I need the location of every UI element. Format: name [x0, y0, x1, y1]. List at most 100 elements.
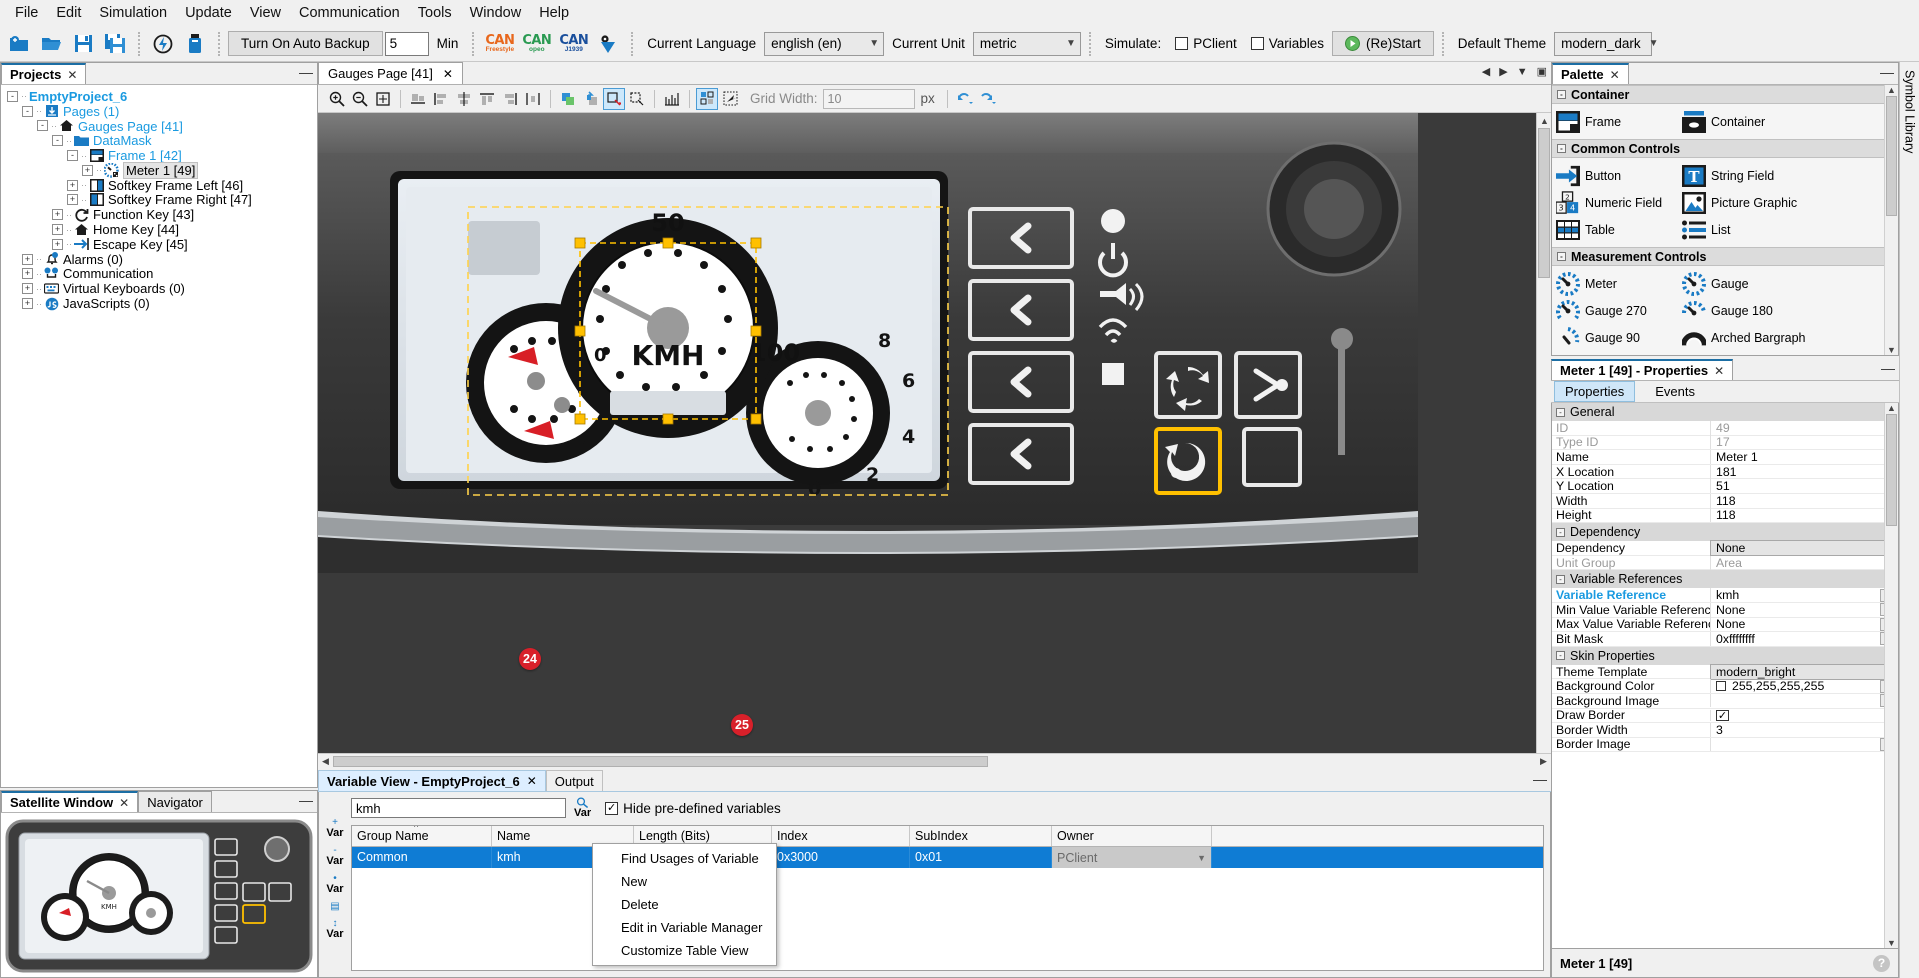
help-icon[interactable]: ?	[1873, 955, 1890, 972]
zoom-fit-icon[interactable]	[372, 88, 394, 110]
variable-table[interactable]: Group Name^NameLength (Bits)IndexSubInde…	[351, 825, 1544, 971]
property-value-cell[interactable]: 49	[1710, 421, 1898, 435]
tab-list-icon[interactable]: ▼	[1517, 66, 1528, 78]
grid-width-input[interactable]	[823, 89, 915, 109]
send-back-icon[interactable]	[580, 88, 602, 110]
property-value-cell[interactable]: 118	[1710, 494, 1898, 508]
scroll-up-icon[interactable]: ▲	[1537, 113, 1551, 128]
table-column-header[interactable]: Group Name^	[352, 826, 492, 846]
tree-expander[interactable]: +	[22, 298, 33, 309]
align-right-icon[interactable]	[499, 88, 521, 110]
property-value-dropdown[interactable]: None ▼	[1710, 540, 1898, 556]
search-var-icon[interactable]: Var	[574, 797, 591, 819]
minimize-icon[interactable]: —	[1880, 65, 1894, 79]
context-menu-item[interactable]: New	[593, 870, 776, 893]
zoom-in-icon[interactable]	[326, 88, 348, 110]
default-theme-select[interactable]: modern_dark ▼	[1554, 32, 1652, 56]
tab-palette[interactable]: Palette ✕	[1552, 63, 1629, 84]
collapse-icon[interactable]: -	[1556, 408, 1565, 417]
property-value-cell[interactable]: None ...	[1710, 617, 1898, 631]
property-value-cell[interactable]: 17	[1710, 435, 1898, 449]
palette-item-gauge-270[interactable]: Gauge 270	[1556, 297, 1682, 324]
distribute-icon[interactable]	[522, 88, 544, 110]
palette-item-table[interactable]: Table	[1556, 216, 1682, 243]
subtab-properties[interactable]: Properties	[1554, 381, 1635, 402]
property-value-cell[interactable]: kmh ...	[1710, 588, 1898, 602]
property-value-cell[interactable]: 3	[1710, 723, 1898, 737]
tree-item[interactable]: +··Softkey Frame Right [47]	[1, 193, 317, 208]
palette-item-graph[interactable]: Graph	[1682, 351, 1808, 355]
tree-expander[interactable]: +	[22, 254, 33, 265]
tree-item[interactable]: +··Softkey Frame Left [46]	[1, 178, 317, 193]
property-value-cell[interactable]: 0xffffffff ...	[1710, 632, 1898, 646]
menu-item-communication[interactable]: Communication	[290, 2, 409, 24]
prev-tab-icon[interactable]: ◀	[1482, 65, 1490, 78]
collapse-icon[interactable]: -	[1557, 90, 1566, 99]
collapse-icon[interactable]: -	[1556, 651, 1565, 660]
can-freestyle-logo[interactable]: CAN Freestyle	[482, 34, 517, 54]
align-center-icon[interactable]	[453, 88, 475, 110]
design-canvas[interactable]: 8 6 4 2 0	[318, 113, 1551, 753]
tree-item[interactable]: -··Frame 1 [42]	[1, 148, 317, 163]
scroll-left-icon[interactable]: ◀	[318, 754, 333, 769]
save-icon[interactable]	[68, 29, 98, 59]
menu-item-tools[interactable]: Tools	[409, 2, 461, 24]
canvas-vscroll-thumb[interactable]	[1538, 128, 1550, 278]
close-icon[interactable]: ✕	[119, 796, 129, 810]
tree-item[interactable]: -··Gauges Page [41]	[1, 119, 317, 134]
property-section-header[interactable]: -Dependency	[1552, 523, 1898, 541]
minimize-icon[interactable]: —	[1533, 772, 1547, 786]
property-value-cell[interactable]: 51	[1710, 479, 1898, 493]
tab-gauges-page[interactable]: Gauges Page [41] ✕	[318, 62, 463, 84]
menu-item-view[interactable]: View	[241, 2, 290, 24]
add-variable-button[interactable]: +Var	[326, 818, 343, 839]
maximize-icon[interactable]: ▣	[1537, 65, 1547, 78]
property-value-cell[interactable]: Meter 1	[1710, 450, 1898, 464]
gear-v-icon[interactable]	[593, 29, 623, 59]
property-value-cell[interactable]: 181	[1710, 465, 1898, 479]
palette-item-gauge-180[interactable]: Gauge 180	[1682, 297, 1808, 324]
edit-variable-button[interactable]: •Var	[326, 874, 343, 895]
tab-projects[interactable]: Projects ✕	[1, 63, 86, 84]
property-section-header[interactable]: -Skin Properties	[1552, 647, 1898, 665]
palette-item-numeric-field[interactable]: 234Numeric Field	[1556, 189, 1682, 216]
marquee-select-icon[interactable]	[626, 88, 648, 110]
hide-predefined-checkbox-wrap[interactable]: Hide pre-defined variables	[599, 801, 787, 816]
draw-border-checkbox[interactable]	[1716, 710, 1729, 721]
canvas-vertical-scrollbar[interactable]: ▲	[1536, 113, 1551, 753]
context-menu-item[interactable]: Delete	[593, 893, 776, 916]
palette-item-frame[interactable]: Frame	[1556, 108, 1682, 135]
save-all-icon[interactable]	[100, 29, 130, 59]
tree-expander[interactable]: -	[22, 106, 33, 117]
palette-item-linear-bargraph[interactable]: Linear Bargraph	[1556, 351, 1682, 355]
scroll-up-icon[interactable]: ▲	[1885, 85, 1898, 95]
variable-search-input[interactable]	[351, 798, 566, 818]
grid-toggle-icon[interactable]	[696, 88, 718, 110]
context-menu-item[interactable]: Find Usages of Variable	[593, 847, 776, 870]
can-open-logo[interactable]: CAN opeo	[519, 34, 554, 54]
tree-expander[interactable]: -	[7, 91, 18, 102]
undo-icon[interactable]	[954, 88, 976, 110]
tree-item[interactable]: +··JavaScripts (0)	[1, 296, 317, 311]
palette-item-gauge-90[interactable]: Gauge 90	[1556, 324, 1682, 351]
palette-item-gauge[interactable]: Gauge	[1682, 270, 1808, 297]
property-value-color[interactable]: 255,255,255,255 ...	[1710, 679, 1898, 693]
table-column-header[interactable]: Index	[772, 826, 910, 846]
context-menu-item[interactable]: Edit in Variable Manager	[593, 916, 776, 939]
tab-output[interactable]: Output	[546, 770, 603, 791]
close-icon[interactable]: ✕	[527, 774, 537, 788]
tree-expander[interactable]: -	[67, 150, 78, 161]
variables-checkbox[interactable]	[1251, 37, 1264, 50]
flash-icon[interactable]	[148, 29, 178, 59]
collapse-icon[interactable]: -	[1556, 575, 1565, 584]
tree-item[interactable]: -··Pages (1)	[1, 104, 317, 119]
canvas-hscroll-thumb[interactable]	[333, 756, 988, 767]
remove-variable-button[interactable]: -Var	[326, 846, 343, 867]
palette-item-list[interactable]: List	[1682, 216, 1808, 243]
close-icon[interactable]: ✕	[67, 68, 77, 82]
close-icon[interactable]: ✕	[443, 67, 453, 81]
restart-button[interactable]: (Re)Start	[1332, 31, 1434, 56]
pclient-checkbox-wrap[interactable]: PClient	[1169, 36, 1243, 51]
canvas-horizontal-scrollbar[interactable]: ◀ ▶	[318, 753, 1551, 768]
tree-expander[interactable]: +	[67, 180, 78, 191]
